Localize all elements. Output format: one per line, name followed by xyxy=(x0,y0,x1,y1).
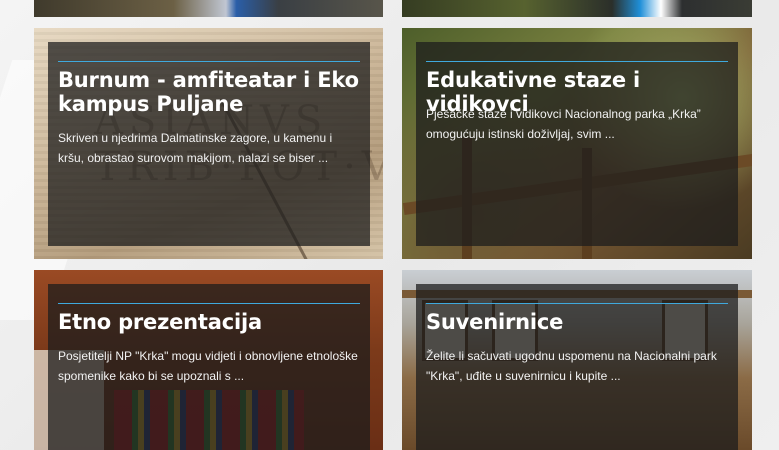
card-etno-prezentacija[interactable]: Etno prezentacija Posjetitelji NP "Krka"… xyxy=(34,270,383,450)
accent-line xyxy=(426,303,728,304)
card-title[interactable]: Etno prezentacija xyxy=(58,310,362,334)
card-image-cropped-top-right[interactable] xyxy=(402,0,752,17)
card-title[interactable]: Suvenirnice xyxy=(426,310,730,334)
card-overlay: Edukativne staze i vidikovci Pješačke st… xyxy=(416,42,738,246)
accent-line xyxy=(58,61,360,62)
page: ASIANVSTRIB·POT·VIIMP Burnum - amfiteata… xyxy=(0,0,779,450)
accent-line xyxy=(426,61,728,62)
card-excerpt: Posjetitelji NP "Krka" mogu vidjeti i ob… xyxy=(58,349,358,383)
accent-line xyxy=(58,303,360,304)
card-burnum[interactable]: ASIANVSTRIB·POT·VIIMP Burnum - amfiteata… xyxy=(34,28,383,259)
card-overlay: Burnum - amfiteatar i Eko kampus Puljane… xyxy=(48,42,370,246)
card-overlay: Suvenirnice Želite li sačuvati ugodnu us… xyxy=(416,284,738,450)
card-overlay: Etno prezentacija Posjetitelji NP "Krka"… xyxy=(48,284,370,450)
card-excerpt: Želite li sačuvati ugodnu uspomenu na Na… xyxy=(426,349,717,383)
card-excerpt: Skriven u njedrima Dalmatinske zagore, u… xyxy=(58,131,333,165)
card-title[interactable]: Burnum - amfiteatar i Eko kampus Puljane xyxy=(58,68,362,116)
card-excerpt: Pješačke staze i vidikovci Nacionalnog p… xyxy=(426,107,701,141)
card-edukativne-staze[interactable]: Edukativne staze i vidikovci Pješačke st… xyxy=(402,28,752,259)
card-suvenirnice[interactable]: Suvenirnice Želite li sačuvati ugodnu us… xyxy=(402,270,752,450)
card-image-cropped-top-left[interactable] xyxy=(34,0,383,17)
